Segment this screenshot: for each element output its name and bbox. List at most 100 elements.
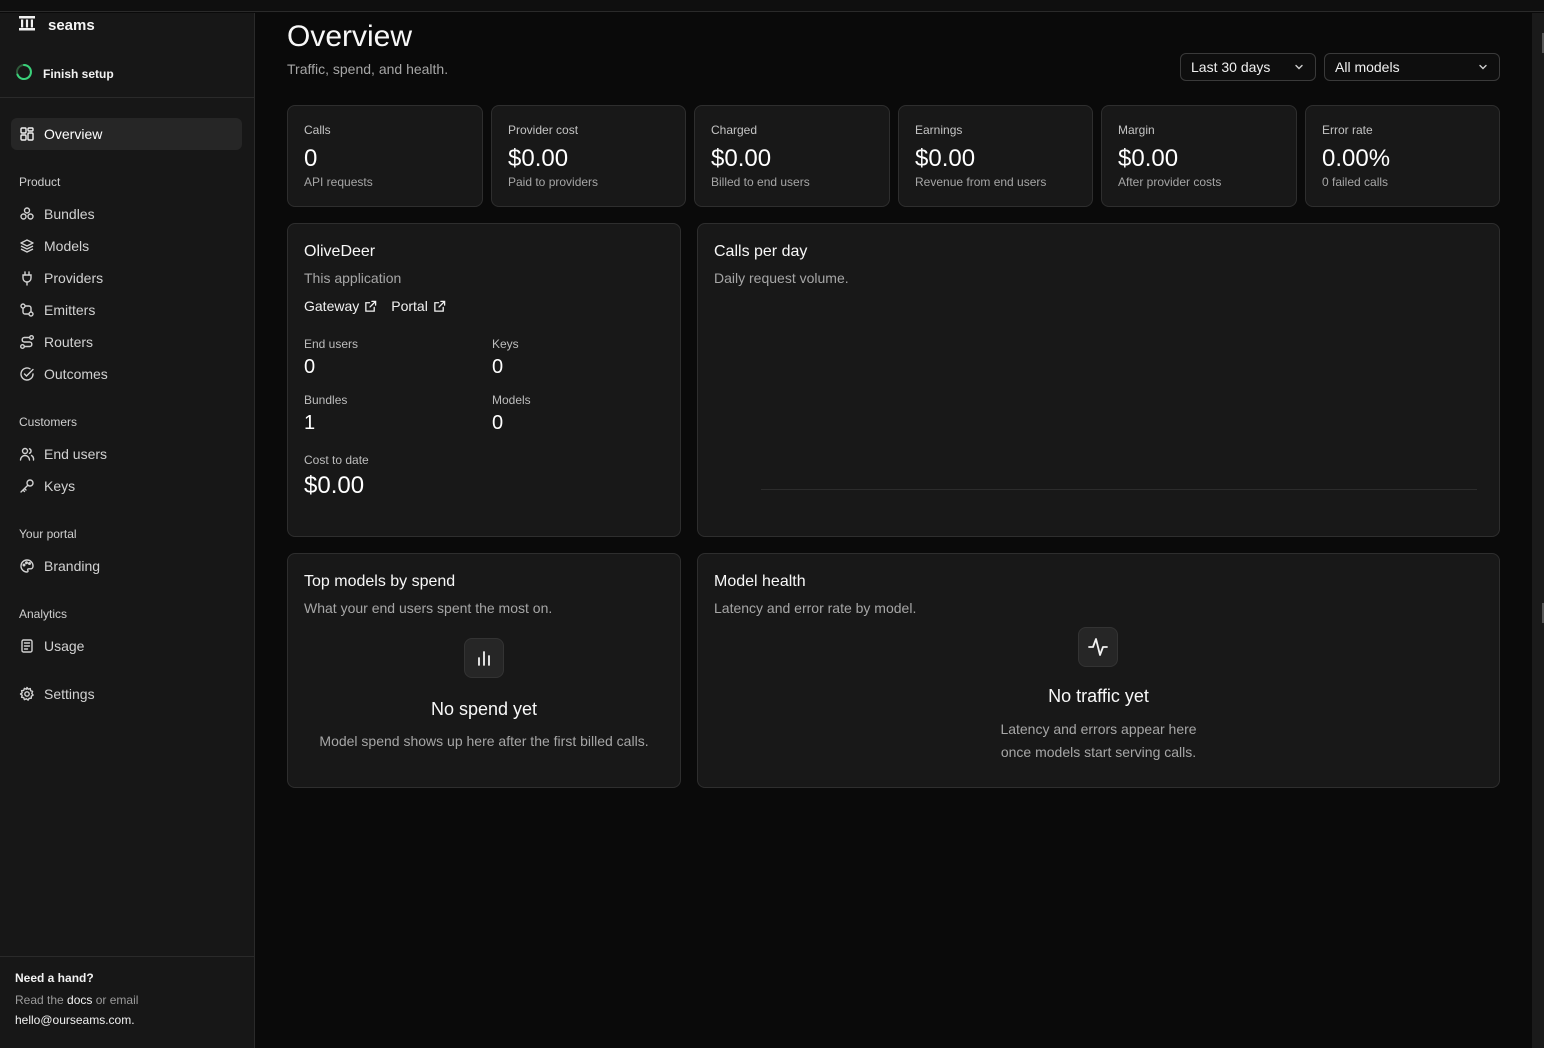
section-customers: Customers bbox=[19, 415, 78, 429]
sidebar-item-settings[interactable]: Settings bbox=[11, 678, 242, 710]
date-range-value: Last 30 days bbox=[1191, 59, 1271, 75]
sidebar-item-label: Usage bbox=[44, 638, 85, 654]
kpi-card-earnings: Earnings $0.00 Revenue from end users bbox=[898, 105, 1093, 207]
kpi-subtitle: 0 failed calls bbox=[1322, 175, 1389, 189]
kpi-card-provider-cost: Provider cost $0.00 Paid to providers bbox=[491, 105, 686, 207]
bar-chart-icon bbox=[464, 638, 504, 678]
palette-icon bbox=[20, 559, 34, 573]
sidebar: seams Finish setup Overview Product Bund… bbox=[0, 13, 255, 1048]
chevron-down-icon bbox=[1479, 64, 1487, 70]
sidebar-item-branding[interactable]: Branding bbox=[11, 550, 242, 582]
kpi-card-charged: Charged $0.00 Billed to end users bbox=[694, 105, 890, 207]
kpi-label: Earnings bbox=[915, 123, 963, 137]
kpi-subtitle: After provider costs bbox=[1118, 175, 1222, 189]
cost-to-date-label: Cost to date bbox=[304, 453, 369, 467]
progress-ring-icon bbox=[15, 63, 33, 84]
sidebar-item-label: Providers bbox=[44, 270, 104, 286]
docs-link[interactable]: docs bbox=[67, 993, 92, 1007]
chart-baseline bbox=[761, 489, 1477, 490]
model-health-title: Model health bbox=[714, 573, 806, 590]
chevron-down-icon bbox=[1295, 64, 1303, 70]
sidebar-item-label: Settings bbox=[44, 686, 95, 702]
models-label: Models bbox=[492, 393, 531, 407]
window-top-bar bbox=[0, 0, 1544, 12]
kpi-card-error-rate: Error rate 0.00% 0 failed calls bbox=[1305, 105, 1500, 207]
kpi-value: $0.00 bbox=[915, 145, 976, 172]
keys-label: Keys bbox=[492, 337, 519, 351]
kpi-label: Error rate bbox=[1322, 123, 1373, 137]
empty-state-text-line2: once models start serving calls. bbox=[1000, 744, 1197, 760]
page-title: Overview bbox=[287, 20, 413, 53]
sidebar-item-outcomes[interactable]: Outcomes bbox=[11, 358, 242, 390]
keys-value: 0 bbox=[492, 356, 504, 378]
scrollbar-track[interactable] bbox=[1532, 13, 1544, 1048]
sidebar-item-overview[interactable]: Overview bbox=[11, 118, 242, 150]
portal-label: Portal bbox=[391, 298, 428, 314]
empty-state-title: No spend yet bbox=[430, 699, 538, 719]
seams-logo-icon bbox=[18, 15, 36, 36]
help-text: Read the docs or email bbox=[15, 993, 138, 1007]
top-models-card: Top models by spend What your end users … bbox=[287, 553, 681, 788]
sidebar-item-label: Emitters bbox=[44, 302, 96, 318]
gateway-label: Gateway bbox=[304, 298, 360, 314]
kpi-value: 0 bbox=[304, 145, 318, 172]
kpi-card-margin: Margin $0.00 After provider costs bbox=[1101, 105, 1297, 207]
kpi-value: $0.00 bbox=[1118, 145, 1179, 172]
sidebar-item-models[interactable]: Models bbox=[11, 230, 242, 262]
sidebar-item-usage[interactable]: Usage bbox=[11, 630, 242, 662]
sidebar-item-end-users[interactable]: End users bbox=[11, 438, 242, 470]
kpi-subtitle: Paid to providers bbox=[508, 175, 599, 189]
model-health-card: Model health Latency and error rate by m… bbox=[697, 553, 1500, 788]
sidebar-item-providers[interactable]: Providers bbox=[11, 262, 242, 294]
check-circle-icon bbox=[20, 367, 34, 381]
gateway-link[interactable]: Gateway bbox=[304, 298, 377, 314]
external-link-icon bbox=[434, 300, 446, 312]
sidebar-item-label: Outcomes bbox=[44, 366, 108, 382]
help-suffix: or email bbox=[92, 993, 139, 1007]
kpi-label: Margin bbox=[1118, 123, 1155, 137]
kpi-label: Provider cost bbox=[508, 123, 579, 137]
calls-chart-title: Calls per day bbox=[714, 243, 808, 260]
layers-icon bbox=[20, 239, 34, 253]
external-link-icon bbox=[365, 300, 377, 312]
kpi-value: $0.00 bbox=[508, 145, 569, 172]
bundles-value: 1 bbox=[304, 412, 316, 434]
date-range-select[interactable]: Last 30 days bbox=[1180, 53, 1316, 81]
empty-state-title: No traffic yet bbox=[1048, 686, 1149, 706]
sidebar-item-routers[interactable]: Routers bbox=[11, 326, 242, 358]
activity-icon bbox=[1078, 627, 1118, 667]
sidebar-divider bbox=[0, 956, 254, 957]
calls-chart-subtitle: Daily request volume. bbox=[714, 270, 849, 286]
sidebar-item-label: Branding bbox=[44, 558, 101, 574]
gear-icon bbox=[19, 686, 34, 701]
page-subtitle: Traffic, spend, and health. bbox=[287, 61, 449, 77]
kpi-subtitle: API requests bbox=[304, 175, 373, 189]
sidebar-divider bbox=[0, 97, 254, 98]
bundles-icon bbox=[20, 207, 34, 220]
sidebar-item-label: Overview bbox=[44, 126, 103, 142]
end-users-label: End users bbox=[304, 337, 359, 351]
sidebar-item-label: Routers bbox=[44, 334, 94, 350]
model-filter-value: All models bbox=[1335, 59, 1400, 75]
section-analytics: Analytics bbox=[19, 607, 68, 621]
section-product: Product bbox=[19, 175, 61, 189]
sidebar-item-bundles[interactable]: Bundles bbox=[11, 198, 242, 230]
plug-icon bbox=[22, 271, 32, 286]
sidebar-item-label: End users bbox=[44, 446, 108, 462]
kpi-value: $0.00 bbox=[711, 145, 772, 172]
sidebar-item-label: Models bbox=[44, 238, 90, 254]
help-title: Need a hand? bbox=[15, 971, 94, 985]
sidebar-item-emitters[interactable]: Emitters bbox=[11, 294, 242, 326]
emitter-icon bbox=[20, 303, 34, 317]
finish-setup-button[interactable]: Finish setup bbox=[15, 63, 114, 84]
app-name: OliveDeer bbox=[304, 243, 376, 260]
model-filter-select[interactable]: All models bbox=[1324, 53, 1500, 81]
support-email-link[interactable]: hello@ourseams.com. bbox=[15, 1013, 135, 1027]
brand[interactable]: seams bbox=[18, 15, 95, 36]
top-models-title: Top models by spend bbox=[304, 573, 456, 590]
help-prefix: Read the bbox=[15, 993, 68, 1007]
app-subtitle: This application bbox=[304, 270, 402, 286]
portal-link[interactable]: Portal bbox=[391, 298, 446, 314]
calls-per-day-card: Calls per day Daily request volume. bbox=[697, 223, 1500, 537]
sidebar-item-keys[interactable]: Keys bbox=[11, 470, 242, 502]
